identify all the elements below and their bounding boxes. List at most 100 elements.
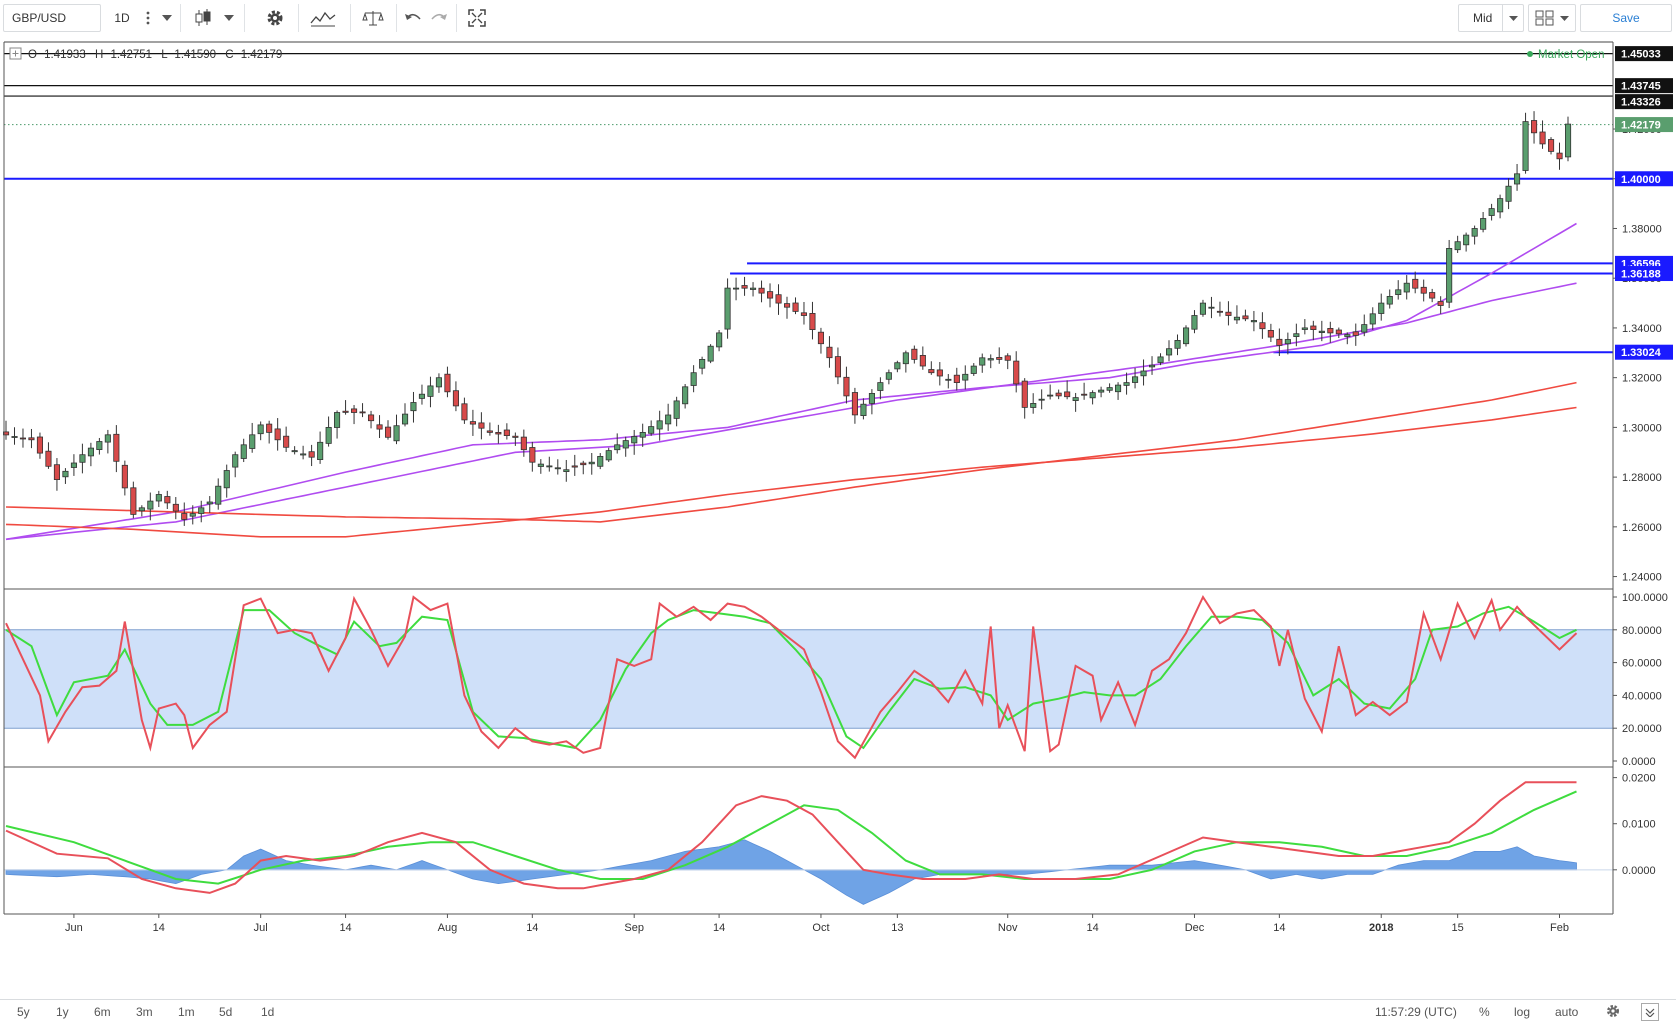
range-1m-button[interactable]: 1m	[178, 1005, 195, 1019]
candle-body	[580, 462, 587, 466]
percent-toggle[interactable]: %	[1479, 1005, 1490, 1019]
candles-icon	[195, 9, 211, 26]
toolbar-separator	[244, 4, 245, 32]
candle-body	[520, 436, 527, 451]
candle-body	[1106, 387, 1113, 391]
layout-select[interactable]	[1528, 4, 1576, 32]
candle-body	[877, 382, 884, 391]
candle-body	[376, 424, 383, 430]
scale-settings-button[interactable]	[1605, 1003, 1621, 1022]
candle-body	[597, 455, 604, 467]
candle	[1522, 112, 1529, 174]
range-1d-button[interactable]: 1d	[261, 1005, 274, 1019]
candle-body	[1183, 327, 1190, 345]
status-dot-icon	[1527, 51, 1533, 57]
candle-body	[741, 285, 748, 289]
chart-type-button[interactable]	[186, 4, 220, 32]
candle-body	[350, 408, 358, 413]
price-type-select[interactable]: Mid	[1458, 4, 1524, 32]
candle-body	[758, 287, 765, 294]
candle-body	[716, 332, 723, 348]
candle-body	[452, 390, 459, 407]
ohlc-o-label: O	[28, 49, 37, 61]
stochastic-tick-label: 40.0000	[1622, 690, 1662, 702]
candle-body	[784, 303, 791, 308]
time-tick-label: 14	[153, 922, 165, 934]
price-type-dropdown[interactable]	[1502, 5, 1523, 31]
candle-body	[215, 485, 222, 505]
candle-body	[588, 461, 595, 465]
candle-body	[96, 441, 103, 451]
settings-button[interactable]	[258, 4, 292, 32]
candle-body	[155, 494, 162, 502]
chevron-down-icon	[1560, 15, 1569, 21]
candle-body	[300, 453, 307, 456]
interval-menu-button[interactable]	[140, 4, 156, 32]
price-label-badge: 1.33024	[1615, 344, 1673, 360]
candle-body	[1064, 391, 1071, 398]
save-button[interactable]: Save	[1580, 4, 1672, 32]
collapse-panel-button[interactable]	[1641, 1003, 1659, 1021]
compare-button[interactable]	[356, 4, 390, 32]
candle-body	[79, 454, 86, 463]
candle-body	[36, 436, 43, 454]
candle-body	[1089, 392, 1096, 399]
candle-body	[130, 487, 137, 515]
candle-body	[928, 369, 935, 374]
candle-body	[1157, 356, 1164, 363]
interval-button[interactable]: 1D	[104, 4, 140, 32]
price-tick-label: 1.24000	[1622, 572, 1662, 584]
candle-body	[393, 425, 400, 442]
candle-body	[1166, 348, 1173, 356]
symbol-search-input[interactable]: GBP/USD	[3, 4, 101, 32]
candle-body	[537, 463, 544, 467]
candle-body	[325, 426, 332, 444]
ohlc-low: 1.41590	[174, 49, 216, 61]
candle-body	[503, 429, 510, 436]
candle-body	[45, 450, 52, 467]
price-label-text: 1.42179	[1621, 120, 1661, 132]
candle-body	[62, 470, 69, 478]
ohlc-legend: O 1.41933 H 1.42751 L 1.41590 C 1.42179	[9, 47, 282, 61]
candle-body	[1208, 306, 1215, 309]
candle-body	[639, 431, 646, 438]
range-5y-button[interactable]: 5y	[17, 1005, 30, 1019]
stochastic-tick-label: 100.0000	[1622, 592, 1668, 604]
chart-type-dropdown-button[interactable]	[220, 4, 238, 32]
candle-body	[750, 287, 757, 290]
fullscreen-button[interactable]	[460, 4, 494, 32]
price-label-badge: 1.43326	[1615, 94, 1673, 110]
more-vertical-icon	[146, 11, 150, 25]
interval-dropdown-button[interactable]	[158, 4, 176, 32]
candle-body	[622, 440, 629, 449]
chart-area[interactable]: 1.24000 1.26000 1.28000 1.30000 1.32000 1.340…	[0, 36, 1676, 988]
gear-icon	[267, 10, 283, 26]
candle-body	[1369, 313, 1376, 325]
auto-toggle[interactable]: auto	[1555, 1005, 1578, 1019]
range-3m-button[interactable]: 3m	[136, 1005, 153, 1019]
candle-body	[266, 423, 273, 433]
candle-body	[1420, 286, 1427, 294]
redo-button[interactable]	[426, 4, 452, 32]
candle-body	[1174, 339, 1181, 349]
range-5d-button[interactable]: 5d	[219, 1005, 232, 1019]
log-toggle[interactable]: log	[1514, 1005, 1530, 1019]
time-tick-label: Jul	[254, 922, 268, 934]
candle-body	[1352, 331, 1359, 336]
range-1y-button[interactable]: 1y	[56, 1005, 69, 1019]
undo-button[interactable]	[400, 4, 426, 32]
indicators-icon	[310, 11, 336, 27]
range-6m-button[interactable]: 6m	[94, 1005, 111, 1019]
candle-body	[223, 470, 230, 489]
candle-body	[1276, 338, 1283, 346]
candle-body	[1199, 302, 1207, 315]
chart-canvas[interactable]: 1.24000 1.26000 1.28000 1.30000 1.32000 1.340…	[0, 36, 1676, 988]
candle-body	[1488, 208, 1495, 216]
undo-icon	[405, 13, 421, 20]
save-label: Save	[1612, 11, 1640, 25]
candle-body	[631, 436, 638, 444]
indicators-button[interactable]	[304, 4, 342, 32]
candle-body	[733, 287, 740, 290]
candle-body	[274, 428, 281, 441]
stochastic-band	[4, 629, 1613, 729]
